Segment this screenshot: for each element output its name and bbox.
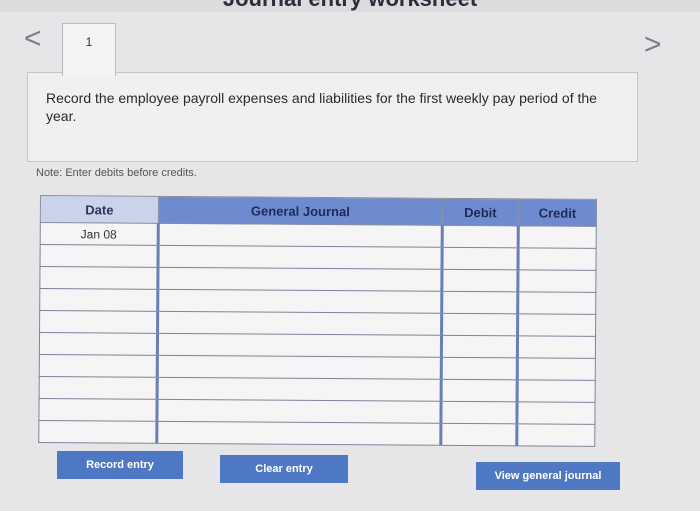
account-cell[interactable] [156, 399, 442, 424]
credit-cell[interactable] [517, 335, 596, 359]
date-cell[interactable] [39, 266, 158, 290]
note-text: Note: Enter debits before credits. [36, 167, 197, 179]
credit-cell[interactable] [517, 269, 596, 293]
credit-cell[interactable] [516, 401, 596, 425]
date-column-header: Date [40, 195, 159, 224]
credit-cell[interactable] [516, 423, 595, 447]
account-cell[interactable] [158, 223, 443, 248]
debit-cell[interactable] [440, 423, 517, 446]
date-cell[interactable] [39, 310, 158, 334]
journal-table: Date General Journal Debit Credit Jan 08 [38, 195, 597, 447]
account-cell[interactable] [157, 355, 442, 380]
page-header-cropped: Journal entry worksheet [0, 0, 700, 12]
account-cell[interactable] [157, 289, 442, 314]
date-cell[interactable] [38, 398, 158, 422]
view-general-journal-button[interactable]: View general journal [476, 462, 620, 490]
page-title: Journal entry worksheet [0, 0, 700, 12]
credit-cell[interactable] [517, 291, 596, 315]
debit-cell[interactable] [441, 357, 518, 380]
debit-column-header: Debit [442, 198, 519, 226]
date-cell[interactable] [39, 288, 158, 312]
credit-cell[interactable] [517, 379, 596, 403]
credit-cell[interactable] [517, 313, 596, 337]
general-journal-column-header: General Journal [158, 196, 443, 226]
debit-cell[interactable] [441, 313, 518, 336]
journal-row [38, 420, 595, 447]
debit-cell[interactable] [441, 269, 518, 292]
debit-cell[interactable] [440, 401, 518, 424]
next-arrow-icon[interactable]: > [644, 30, 662, 60]
account-cell[interactable] [157, 245, 443, 270]
credit-cell[interactable] [517, 357, 596, 381]
date-cell[interactable]: Jan 08 [40, 222, 159, 246]
account-cell[interactable] [157, 333, 442, 358]
date-cell[interactable] [39, 332, 158, 356]
credit-column-header: Credit [518, 198, 597, 227]
debit-cell[interactable] [441, 247, 519, 270]
clear-entry-button[interactable]: Clear entry [220, 455, 348, 483]
date-cell[interactable] [38, 420, 157, 444]
account-cell[interactable] [157, 267, 442, 292]
debit-cell[interactable] [441, 335, 518, 358]
question-text: Record the employee payroll expenses and… [46, 90, 597, 124]
debit-cell[interactable] [441, 291, 518, 314]
date-cell[interactable] [39, 376, 158, 400]
account-cell[interactable] [157, 377, 442, 402]
tab-entry-1[interactable]: 1 [62, 23, 116, 76]
credit-cell[interactable] [517, 247, 597, 271]
account-cell[interactable] [156, 421, 441, 446]
date-cell[interactable] [39, 354, 158, 378]
previous-arrow-icon[interactable]: < [24, 24, 42, 54]
credit-cell[interactable] [518, 225, 597, 249]
record-entry-button[interactable]: Record entry [57, 451, 183, 479]
debit-cell[interactable] [442, 225, 519, 248]
account-cell[interactable] [157, 311, 442, 336]
date-cell[interactable] [40, 244, 159, 268]
debit-cell[interactable] [441, 379, 518, 402]
question-box: Record the employee payroll expenses and… [27, 72, 638, 162]
